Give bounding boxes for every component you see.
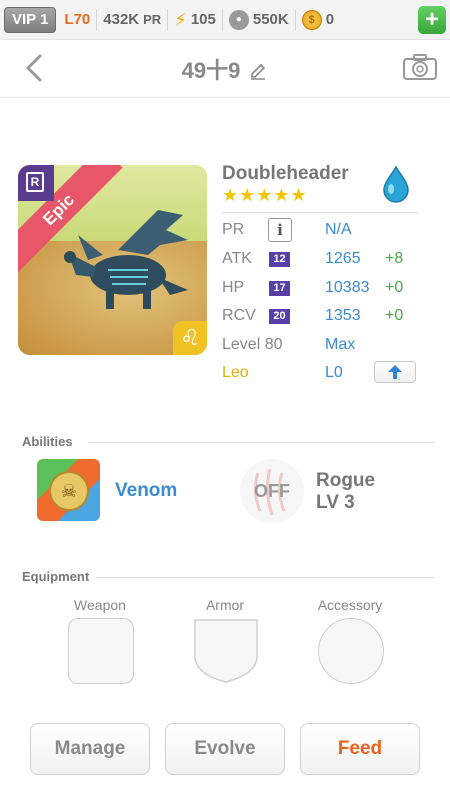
zodiac-label: Leo — [222, 364, 249, 381]
vip-badge[interactable]: VIP 1 — [4, 6, 57, 33]
title-text: 49十9 — [181, 58, 241, 83]
stat-value: 1265 — [325, 250, 361, 267]
stat-label: RCV — [222, 307, 256, 324]
stat-row-hp: HP 17 10383 +0 — [222, 276, 422, 302]
power-unit: PR — [143, 12, 162, 27]
stat-bonus: +0 — [385, 279, 404, 296]
divider — [88, 442, 434, 443]
creature-card[interactable]: Epic R ♌ — [18, 165, 207, 355]
stat-label: HP — [222, 279, 245, 296]
divider — [167, 8, 169, 31]
stat-value: 1353 — [325, 307, 361, 324]
creature-name: Doubleheader — [222, 163, 349, 184]
divider — [221, 8, 223, 31]
level-value: Max — [325, 336, 356, 353]
lightning-icon: ⚡ — [174, 9, 187, 30]
food-stat[interactable]: ● 550K — [228, 9, 289, 30]
player-level: L70 — [64, 11, 91, 28]
divider — [294, 8, 296, 31]
stat-value: N/A — [325, 221, 352, 238]
venom-ability-icon[interactable]: ☠ — [37, 459, 100, 521]
header: 49十9 — [0, 40, 450, 98]
skull-icon: ☠ — [49, 471, 89, 511]
info-icon[interactable]: i — [268, 218, 292, 242]
add-currency-button[interactable]: + — [418, 6, 446, 34]
manage-button[interactable]: Manage — [30, 723, 150, 775]
stat-bonus: +0 — [385, 307, 404, 324]
energy-stat[interactable]: ⚡ 105 — [174, 11, 216, 29]
page-title: 49十9 — [0, 53, 450, 85]
stat-row-level: Level 80 Max — [222, 333, 422, 359]
weapon-slot[interactable] — [68, 618, 134, 684]
water-element-icon — [383, 165, 409, 203]
status-bar: VIP 1 L70 432K PR ⚡ 105 ● 550K $ 0 + — [0, 0, 450, 40]
armor-slot[interactable] — [193, 618, 259, 684]
stat-row-atk: ATK 12 1265 +8 — [222, 247, 422, 273]
power-value: 432K — [103, 11, 140, 28]
stat-row-rcv: RCV 20 1353 +0 — [222, 304, 422, 330]
level-label: Level 80 — [222, 336, 283, 353]
passive-ability[interactable]: Rogue LV 3 — [316, 470, 375, 514]
stat-row-sign: Leo L0 — [222, 361, 422, 387]
abilities-heading: Abilities — [22, 434, 73, 449]
zodiac-leo-icon: ♌ — [173, 321, 207, 355]
rarity-badge-letter: R — [26, 172, 44, 192]
divider — [96, 8, 98, 31]
ability-name[interactable]: Venom — [115, 480, 177, 502]
stat-level-badge: 20 — [269, 309, 290, 324]
passive-state: OFF — [254, 481, 290, 501]
passive-name: Rogue — [316, 470, 376, 491]
armor-label: Armor — [205, 597, 245, 613]
stat-level-badge: 17 — [269, 281, 290, 296]
zodiac-value: L0 — [325, 364, 343, 381]
evolve-button[interactable]: Evolve — [165, 723, 285, 775]
paw-icon: ● — [228, 9, 249, 30]
power-stat: 432K PR — [103, 11, 161, 28]
coin-stat[interactable]: $ 0 — [301, 9, 335, 30]
energy-value: 105 — [190, 11, 216, 28]
food-value: 550K — [252, 11, 289, 28]
stat-bonus: +8 — [385, 250, 404, 267]
coin-value: 0 — [325, 11, 335, 28]
camera-icon[interactable] — [402, 52, 438, 82]
edit-pencil-icon[interactable] — [248, 62, 268, 82]
coin-icon: $ — [301, 9, 322, 30]
upgrade-button[interactable] — [374, 361, 416, 383]
stat-level-badge: 12 — [269, 252, 290, 267]
arrow-up-icon — [388, 365, 402, 379]
divider — [96, 577, 434, 578]
stat-label: ATK — [222, 250, 252, 267]
accessory-slot[interactable] — [318, 618, 384, 684]
accessory-label: Accessory — [317, 597, 383, 613]
stat-label: PR — [222, 221, 245, 238]
divider — [222, 212, 418, 213]
stat-value: 10383 — [325, 279, 370, 296]
passive-level: LV 3 — [316, 492, 355, 513]
equipment-heading: Equipment — [22, 569, 90, 584]
weapon-label: Weapon — [74, 597, 126, 613]
rarity-badge-icon: R — [18, 165, 54, 201]
star-rating: ★★★★★ — [222, 185, 308, 205]
feed-button[interactable]: Feed — [300, 723, 420, 775]
stat-row-pr: PR i N/A — [222, 218, 422, 244]
